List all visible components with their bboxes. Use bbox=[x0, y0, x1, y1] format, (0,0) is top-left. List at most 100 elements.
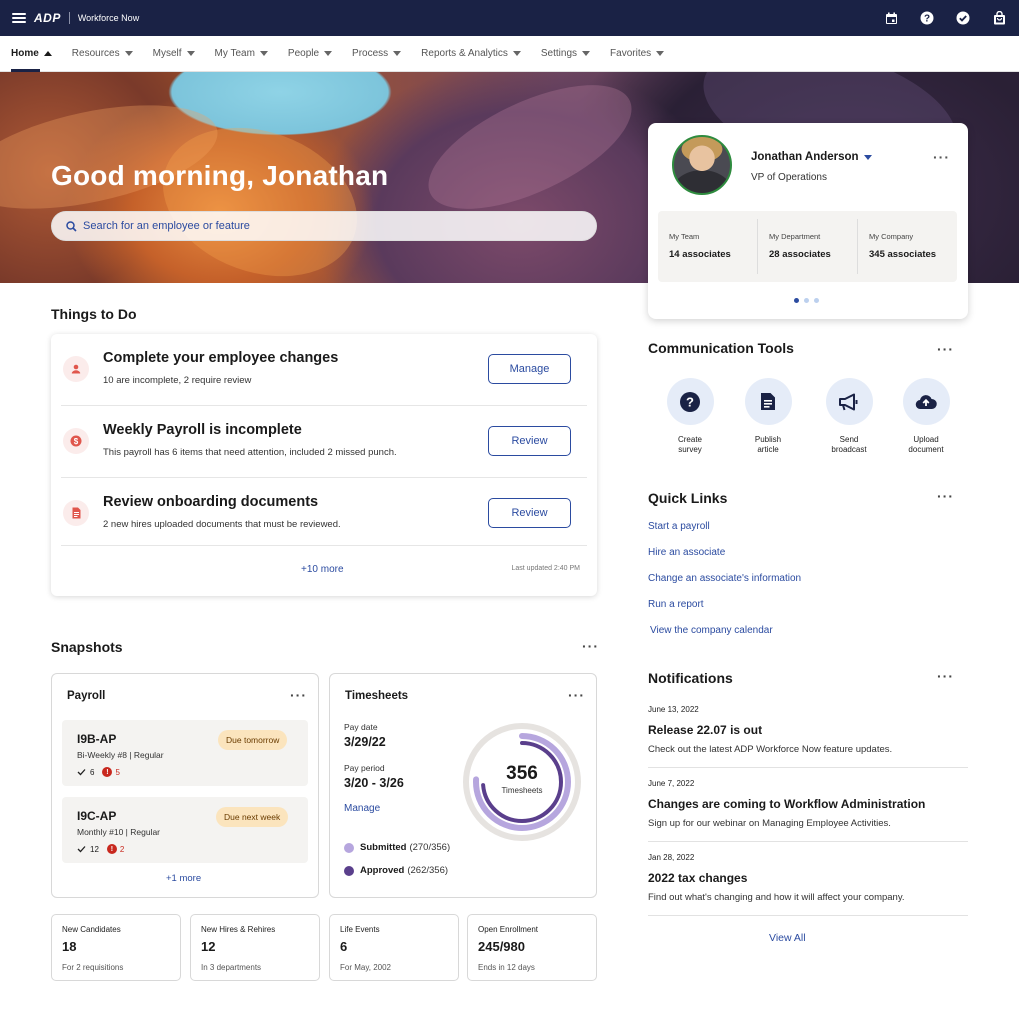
quick-link-run-report[interactable]: Run a report bbox=[648, 599, 704, 610]
view-all-notifications-link[interactable]: View All bbox=[769, 932, 806, 944]
tile-label: Open Enrollment bbox=[478, 925, 539, 934]
pay-period-label: Pay period bbox=[344, 763, 385, 773]
more-options-icon[interactable]: ··· bbox=[568, 687, 585, 703]
status-badge: Due tomorrow bbox=[218, 730, 288, 750]
main-nav: Home Resources Myself My Team People Pro… bbox=[0, 36, 1019, 72]
stat-my-team[interactable]: My Team 14 associates bbox=[658, 219, 758, 274]
avatar[interactable] bbox=[672, 135, 732, 195]
more-options-icon[interactable]: ··· bbox=[933, 149, 950, 165]
notification-text: Sign up for our webinar on Managing Empl… bbox=[648, 818, 891, 829]
notification-date: Jan 28, 2022 bbox=[648, 853, 695, 862]
tile-label: New Candidates bbox=[62, 925, 121, 934]
review-button[interactable]: Review bbox=[488, 426, 571, 456]
nav-settings[interactable]: Settings bbox=[541, 36, 591, 72]
notification-title[interactable]: Release 22.07 is out bbox=[648, 723, 762, 737]
review-button[interactable]: Review bbox=[488, 498, 571, 528]
more-payrolls-link[interactable]: +1 more bbox=[166, 873, 201, 884]
carousel-dot[interactable] bbox=[804, 298, 809, 303]
tile-new-hires[interactable]: New Hires & Rehires 12 In 3 departments bbox=[190, 914, 320, 981]
more-options-icon[interactable]: ··· bbox=[937, 488, 954, 504]
more-options-icon[interactable]: ··· bbox=[937, 668, 954, 684]
tile-life-events[interactable]: Life Events 6 For May, 2002 bbox=[329, 914, 459, 981]
help-icon[interactable]: ? bbox=[919, 10, 935, 26]
carousel-dot[interactable] bbox=[794, 298, 799, 303]
nav-process[interactable]: Process bbox=[352, 36, 402, 72]
app-title: Workforce Now bbox=[77, 13, 140, 23]
todo-subtitle: 10 are incomplete, 2 require review bbox=[103, 375, 252, 386]
check-icon bbox=[77, 846, 86, 853]
adp-logo[interactable]: ADP bbox=[34, 11, 61, 25]
search-icon bbox=[66, 220, 77, 232]
payroll-card: Payroll ··· I9B-AP Bi-Weekly #8 | Regula… bbox=[51, 673, 319, 898]
stat-my-department[interactable]: My Department 28 associates bbox=[758, 219, 858, 274]
divider bbox=[648, 767, 968, 768]
notification-date: June 13, 2022 bbox=[648, 705, 699, 714]
notifications-title: Notifications bbox=[648, 670, 733, 686]
more-options-icon[interactable]: ··· bbox=[937, 341, 954, 357]
payroll-item[interactable]: I9C-AP Monthly #10 | Regular Due next we… bbox=[62, 797, 308, 863]
chevron-down-icon bbox=[656, 51, 665, 56]
legend-submitted: Submitted (270/356) bbox=[344, 842, 450, 853]
nav-reports-analytics[interactable]: Reports & Analytics bbox=[421, 36, 521, 72]
shopping-bag-icon[interactable] bbox=[991, 10, 1007, 26]
notification-text: Check out the latest ADP Workforce Now f… bbox=[648, 744, 893, 755]
chevron-down-icon bbox=[186, 51, 195, 56]
profile-name[interactable]: Jonathan Anderson bbox=[751, 151, 872, 163]
divider bbox=[68, 12, 70, 24]
todo-title: Complete your employee changes bbox=[103, 350, 339, 366]
menu-icon[interactable] bbox=[12, 13, 26, 23]
nav-my-team[interactable]: My Team bbox=[215, 36, 268, 72]
carousel-dot[interactable] bbox=[814, 298, 819, 303]
create-survey-button[interactable]: ? Create survey bbox=[660, 378, 720, 455]
quick-links-title: Quick Links bbox=[648, 490, 728, 506]
nav-resources[interactable]: Resources bbox=[72, 36, 133, 72]
tile-new-candidates[interactable]: New Candidates 18 For 2 requisitions bbox=[51, 914, 181, 981]
publish-article-button[interactable]: Publish article bbox=[738, 378, 798, 455]
calendar-icon[interactable] bbox=[883, 10, 899, 26]
svg-text:?: ? bbox=[686, 394, 694, 409]
payroll-subtitle: Bi-Weekly #8 | Regular bbox=[77, 750, 164, 760]
notification-title[interactable]: Changes are coming to Workflow Administr… bbox=[648, 797, 925, 811]
more-options-icon[interactable]: ··· bbox=[582, 638, 599, 654]
tile-label: New Hires & Rehires bbox=[201, 925, 276, 934]
divider bbox=[648, 915, 968, 916]
quick-link-hire-associate[interactable]: Hire an associate bbox=[648, 547, 725, 558]
nav-home[interactable]: Home bbox=[11, 36, 52, 72]
pay-date-value: 3/29/22 bbox=[344, 735, 386, 749]
payroll-item[interactable]: I9B-AP Bi-Weekly #8 | Regular Due tomorr… bbox=[62, 720, 308, 786]
more-todos-link[interactable]: +10 more bbox=[301, 564, 344, 575]
dollar-icon: $ bbox=[63, 428, 89, 454]
nav-people[interactable]: People bbox=[288, 36, 333, 72]
legend-approved: Approved (262/356) bbox=[344, 865, 448, 876]
quick-link-start-payroll[interactable]: Start a payroll bbox=[648, 521, 710, 532]
check-circle-icon[interactable] bbox=[955, 10, 971, 26]
more-options-icon[interactable]: ··· bbox=[290, 687, 307, 703]
quick-link-company-calendar[interactable]: View the company calendar bbox=[650, 625, 773, 636]
search-input[interactable]: Search for an employee or feature bbox=[51, 211, 597, 241]
timesheets-card: Timesheets ··· Pay date 3/29/22 Pay peri… bbox=[329, 673, 597, 898]
svg-text:$: $ bbox=[74, 437, 79, 446]
payroll-code: I9B-AP bbox=[77, 732, 117, 746]
upload-document-button[interactable]: Upload document bbox=[896, 378, 956, 455]
nav-favorites[interactable]: Favorites bbox=[610, 36, 665, 72]
manage-button[interactable]: Manage bbox=[488, 354, 571, 384]
notification-title[interactable]: 2022 tax changes bbox=[648, 871, 747, 885]
things-to-do-card: Complete your employee changes 10 are in… bbox=[51, 334, 597, 596]
nav-myself[interactable]: Myself bbox=[153, 36, 195, 72]
stat-my-company[interactable]: My Company 345 associates bbox=[858, 219, 957, 274]
chevron-down-icon bbox=[324, 51, 333, 56]
tile-label: Life Events bbox=[340, 925, 380, 934]
chevron-up-icon bbox=[43, 51, 52, 56]
profile-role: VP of Operations bbox=[751, 172, 827, 183]
chevron-down-icon bbox=[259, 51, 268, 56]
tile-open-enrollment[interactable]: Open Enrollment 245/980 Ends in 12 days bbox=[467, 914, 597, 981]
todo-item: Complete your employee changes 10 are in… bbox=[61, 334, 587, 406]
check-icon bbox=[77, 769, 86, 776]
send-broadcast-button[interactable]: Send broadcast bbox=[819, 378, 879, 455]
document-icon bbox=[63, 500, 89, 526]
error-icon: ! bbox=[106, 844, 117, 854]
quick-link-change-associate-info[interactable]: Change an associate's information bbox=[648, 573, 801, 584]
manage-timesheets-link[interactable]: Manage bbox=[344, 803, 380, 814]
profile-card: Jonathan Anderson VP of Operations ··· M… bbox=[648, 123, 968, 319]
todo-item: Review onboarding documents 2 new hires … bbox=[61, 478, 587, 546]
